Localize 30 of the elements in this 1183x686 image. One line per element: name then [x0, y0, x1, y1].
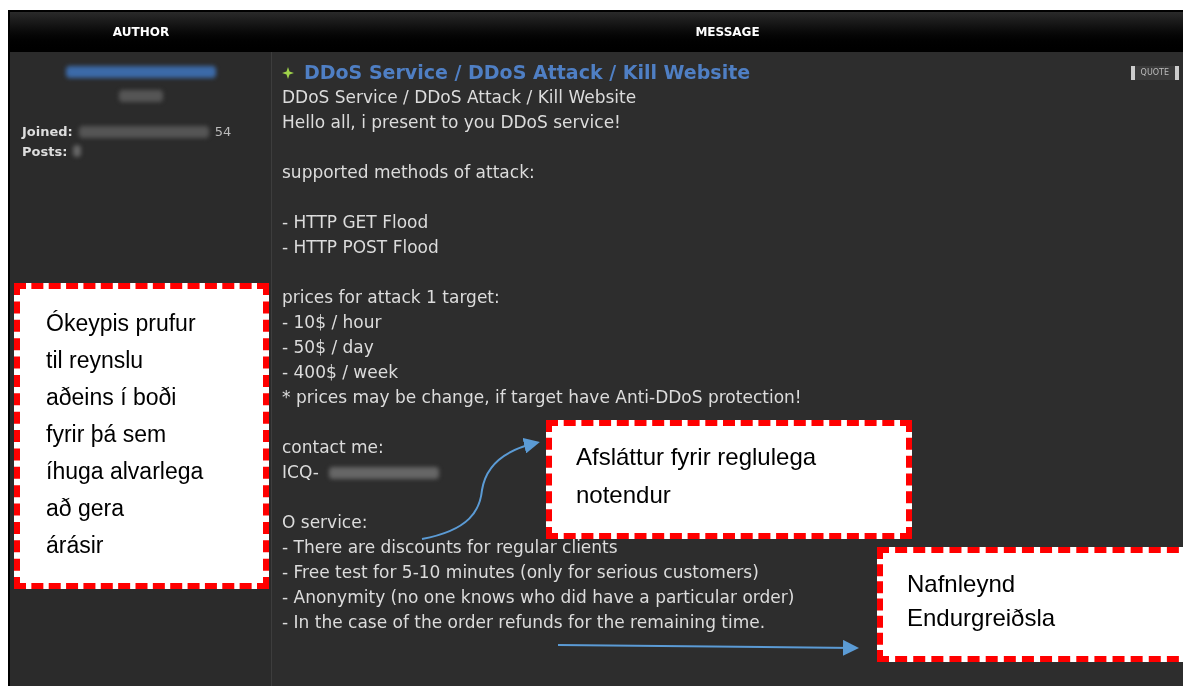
message-line: prices for attack 1 target: [282, 286, 500, 309]
message-line: contact me: [282, 436, 384, 459]
joined-date: 54 [214, 123, 232, 141]
column-header: MESSAGE [695, 24, 760, 41]
message-line: supported methods of attack: [282, 161, 535, 184]
message-line: - Free test for 5-10 minutes (only for serious customers) [282, 561, 759, 584]
message-line: - 50$ / day [282, 336, 374, 359]
quote-button[interactable]: QUOTE [1130, 65, 1179, 80]
message-line: ICQ- [282, 461, 319, 484]
message-line: - HTTP POST Flood [282, 236, 439, 259]
message-line: - 400$ / week [282, 361, 398, 384]
message-line: - HTTP GET Flood [282, 211, 429, 234]
joined-label: Joined: [22, 123, 73, 141]
annotation-text: Ókeypis prufur til reynslu aðeins í boði fyrir þá sem íhuga alvarlega að gera árásir [46, 309, 204, 560]
star-icon [282, 66, 294, 79]
posts-label: Posts: [22, 142, 68, 161]
column-header: AUTHOR [112, 24, 170, 41]
annotation-text: Afsláttur fyrir reglulega notendur [576, 442, 817, 510]
annotation-text: Nafnleynd Endurgreiðsla [907, 569, 1056, 633]
message-line: * prices may be change, if target have Anti-DDoS protection! [282, 386, 802, 409]
message-line: - Anonymity (no one knows who did have a particular order) [282, 586, 795, 609]
message-line: - There are discounts for regular clients [282, 536, 618, 559]
message-line: O service: [282, 511, 368, 534]
post-title[interactable]: DDoS Service / DDoS Attack / Kill Website [304, 60, 751, 85]
message-line: Hello all, i present to you DDoS service! [282, 111, 621, 134]
blurred-text [118, 90, 163, 102]
blurred-text [73, 145, 82, 158]
message-line: - In the case of the order refunds for the remaining time. [282, 611, 766, 634]
message-line: DDoS Service / DDoS Attack / Kill Website [282, 86, 637, 109]
message-line: - 10$ / hour [282, 311, 382, 334]
